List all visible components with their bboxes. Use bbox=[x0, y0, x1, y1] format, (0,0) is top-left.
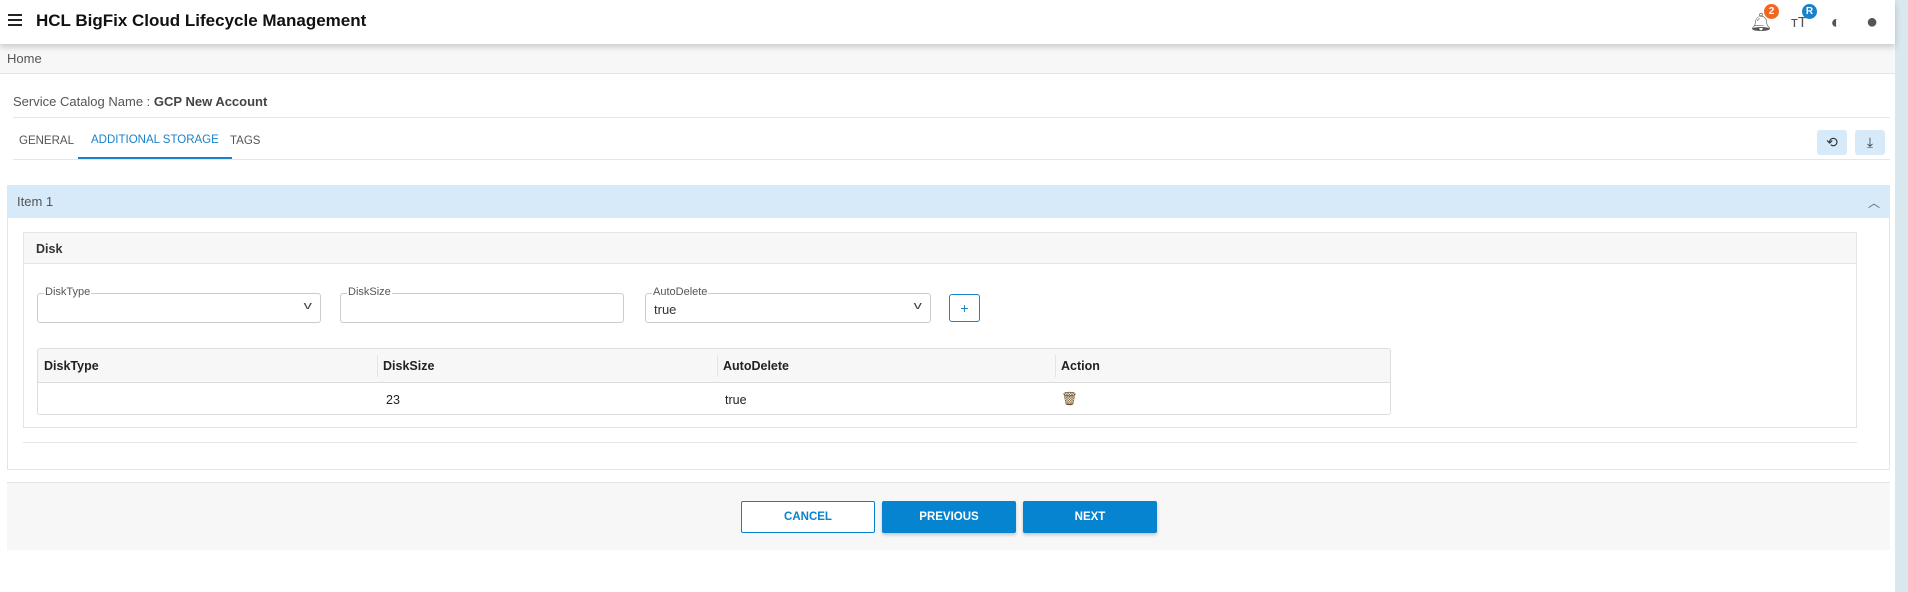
contrast-icon: ◐ bbox=[1830, 11, 1842, 32]
column-header-action: Action bbox=[1061, 359, 1100, 373]
column-header-disksize: DiskSize bbox=[383, 359, 435, 373]
download-button[interactable]: ⤓ bbox=[1855, 130, 1885, 155]
table-header: DiskType DiskSize AutoDelete Action bbox=[38, 349, 1390, 383]
column-header-disktype: DiskType bbox=[44, 359, 99, 373]
tab-additional-storage[interactable]: ADDITIONAL STORAGE bbox=[78, 122, 232, 159]
sync-button[interactable]: ⟲ bbox=[1817, 130, 1847, 155]
next-button[interactable]: NEXT bbox=[1023, 501, 1157, 533]
top-header: HCL BigFix Cloud Lifecycle Management 🔔︎… bbox=[0, 0, 1895, 44]
disksize-input[interactable]: DiskSize bbox=[340, 286, 624, 323]
chevron-up-icon[interactable]: ︿ bbox=[1868, 194, 1880, 211]
column-separator bbox=[377, 355, 378, 377]
previous-button[interactable]: PREVIOUS bbox=[882, 501, 1016, 533]
catalog-value: GCP New Account bbox=[153, 94, 268, 109]
hamburger-menu-icon[interactable] bbox=[8, 14, 22, 26]
tab-tags[interactable]: TAGS bbox=[217, 122, 273, 159]
chevron-down-icon: v bbox=[913, 300, 922, 312]
download-icon: ⤓ bbox=[1866, 134, 1874, 150]
add-disk-button[interactable]: + bbox=[949, 294, 980, 322]
notification-badge: 2 bbox=[1764, 4, 1779, 19]
disktype-select[interactable]: DiskType v bbox=[37, 286, 321, 323]
account-circle-icon: ● bbox=[1865, 10, 1879, 33]
theme-toggle-button[interactable]: ◐ bbox=[1824, 10, 1848, 34]
breadcrumb-bar: Home bbox=[0, 44, 1895, 74]
tabs-divider bbox=[13, 159, 1890, 160]
chevron-down-icon: v bbox=[303, 300, 312, 312]
autodelete-value: true bbox=[654, 302, 677, 317]
font-size-button[interactable]: тT R bbox=[1787, 4, 1817, 34]
tab-general[interactable]: GENERAL bbox=[6, 122, 87, 159]
column-header-autodelete: AutoDelete bbox=[723, 359, 789, 373]
column-separator bbox=[1055, 355, 1056, 377]
cancel-button[interactable]: CANCEL bbox=[741, 501, 875, 533]
service-catalog-name: Service Catalog Name : GCP New Account bbox=[13, 94, 267, 109]
delete-row-icon[interactable]: 🗑︎ bbox=[1061, 391, 1078, 407]
notifications-button[interactable]: 🔔︎ 2 bbox=[1749, 4, 1779, 34]
app-title: HCL BigFix Cloud Lifecycle Management bbox=[36, 11, 367, 30]
disksize-label: DiskSize bbox=[347, 286, 392, 298]
catalog-label: Service Catalog Name : bbox=[13, 94, 154, 109]
disk-card-header: Disk bbox=[23, 232, 1857, 264]
breadcrumb-home[interactable]: Home bbox=[7, 51, 42, 66]
divider bbox=[23, 442, 1857, 443]
profile-button[interactable]: ● bbox=[1860, 10, 1884, 34]
disktype-label: DiskType bbox=[44, 286, 92, 298]
item-panel-header[interactable]: Item 1 ︿ bbox=[7, 185, 1890, 218]
divider bbox=[13, 117, 1890, 118]
font-badge: R bbox=[1802, 4, 1817, 19]
cell-disksize: 23 bbox=[386, 393, 400, 407]
item-title: Item 1 bbox=[17, 194, 54, 209]
sync-icon: ⟲ bbox=[1826, 134, 1838, 150]
autodelete-label: AutoDelete bbox=[652, 286, 709, 298]
cell-autodelete: true bbox=[725, 393, 747, 407]
column-separator bbox=[717, 355, 718, 377]
disk-table: DiskType DiskSize AutoDelete Action 23 t… bbox=[37, 348, 1391, 415]
vertical-scrollbar[interactable] bbox=[1895, 0, 1908, 592]
autodelete-select[interactable]: AutoDelete true v bbox=[645, 286, 931, 323]
